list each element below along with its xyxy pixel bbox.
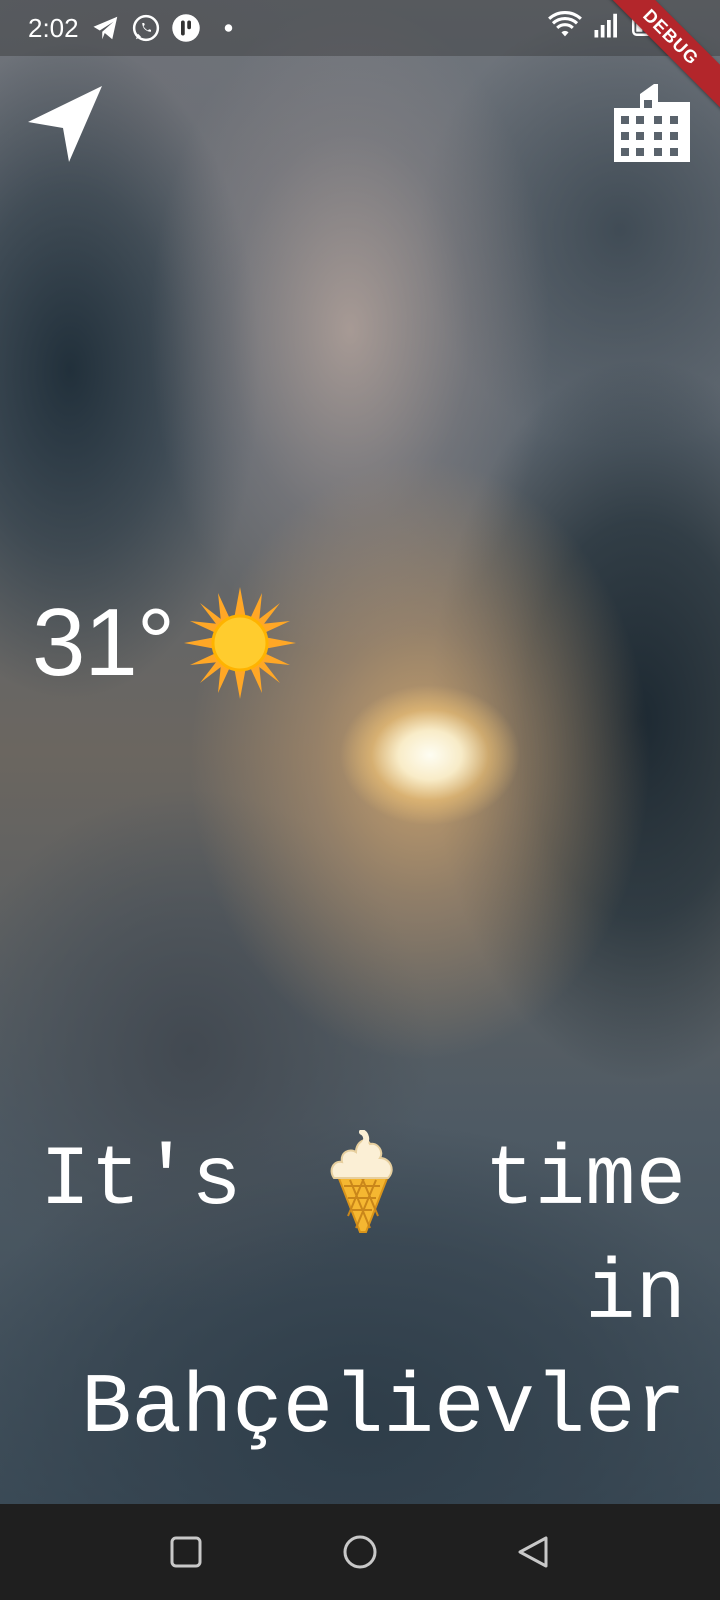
message-line-1: It's time [40,1125,686,1239]
message-line-3: Bahçelievler [40,1353,686,1467]
message-word-time: time [484,1134,686,1229]
back-triangle-icon [518,1536,548,1568]
signal-icon [592,10,622,45]
city-buildings-icon [614,84,690,162]
wifi-icon [548,10,582,45]
message-line-2: in [40,1239,686,1353]
message-word-its: It's [40,1134,242,1229]
status-bar: 2:02 [0,0,720,56]
home-circle-icon [343,1535,377,1569]
city-name: Bahçelievler [81,1362,686,1457]
city-search-button[interactable] [610,80,694,164]
current-location-button[interactable] [22,82,106,166]
recents-button[interactable] [164,1530,208,1574]
temperature-row: 31° [32,585,298,701]
temperature-value: 31° [32,589,175,696]
recents-square-icon [170,1536,202,1568]
message-word-in: in [585,1248,686,1343]
home-button[interactable] [338,1530,382,1574]
telegram-icon [91,13,121,43]
navigation-arrow-icon [28,86,102,162]
sun-icon [184,587,297,699]
whatsapp-icon [131,13,161,43]
navigation-bar [0,1504,720,1600]
weather-screen: 2:02 DEBUG 31° It's time in Bahçelievler [0,0,720,1600]
status-time: 2:02 [28,12,79,43]
ice-cream-icon [330,1130,393,1233]
app-icon [171,13,201,43]
back-button[interactable] [512,1530,556,1574]
weather-message: It's time in Bahçelievler [40,1125,686,1467]
notification-dot-icon [211,13,241,43]
